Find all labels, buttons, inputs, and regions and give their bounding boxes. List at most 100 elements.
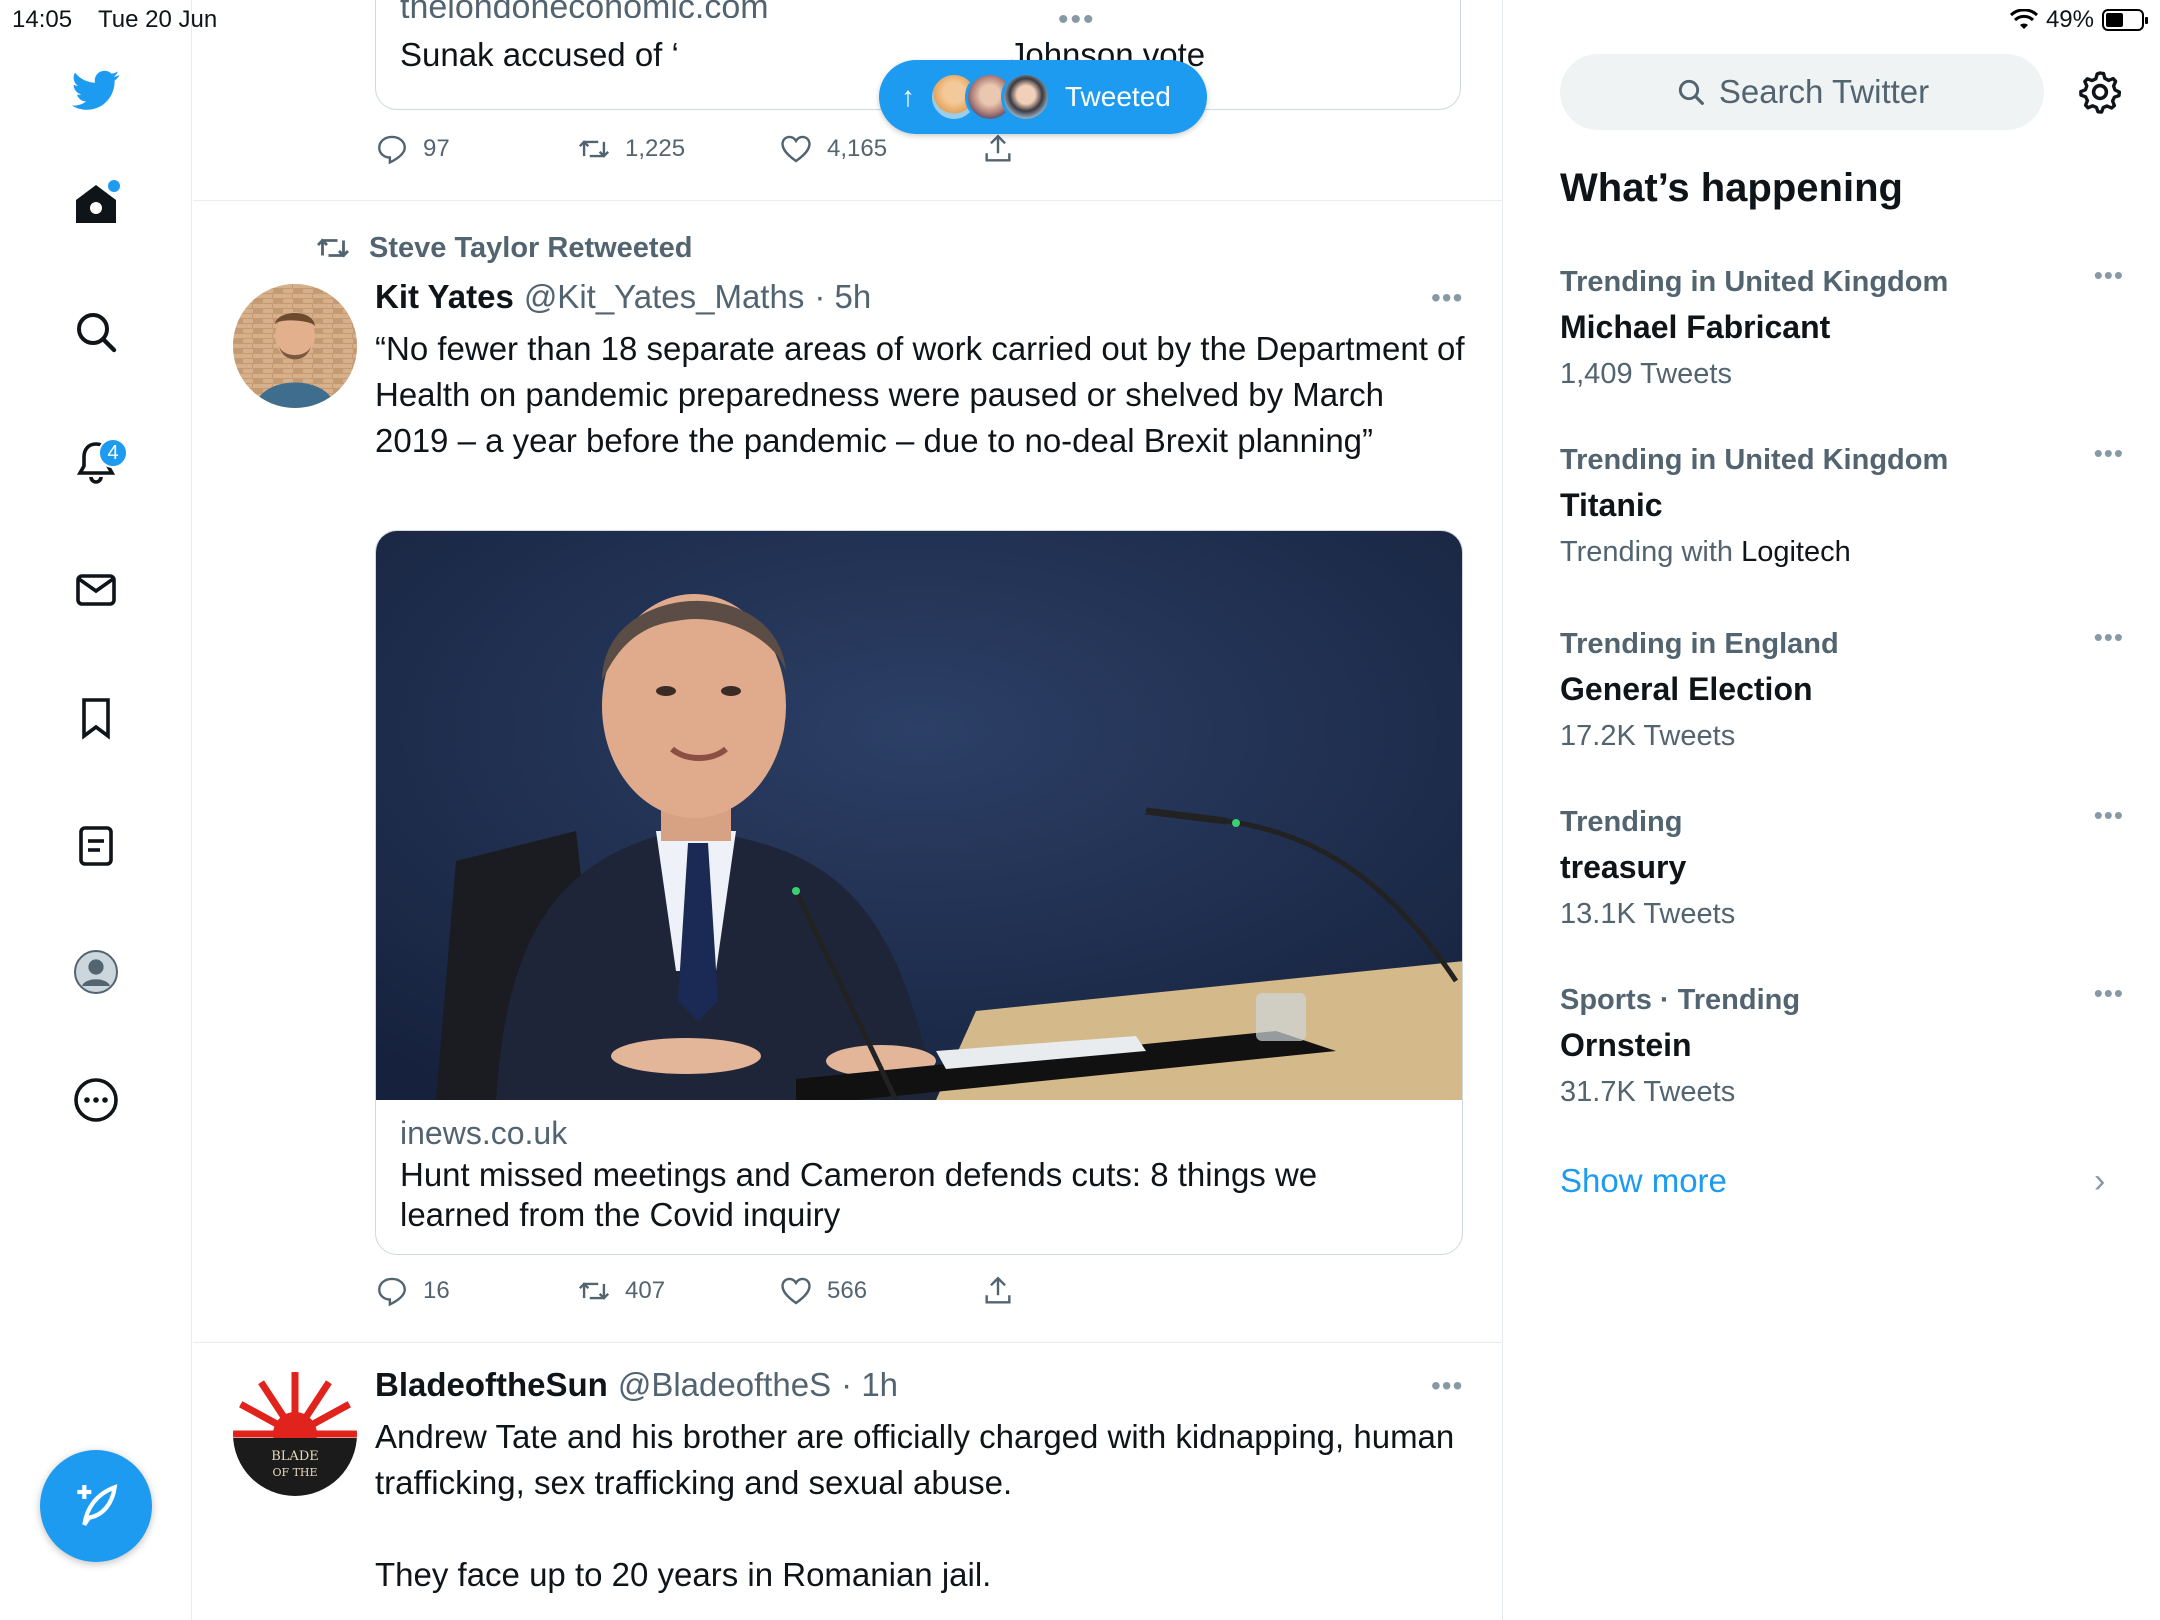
show-more-link[interactable]: Show more <box>1560 1162 1727 1200</box>
trend-meta: 1,409 Tweets <box>1560 358 1732 390</box>
timeline[interactable]: thelondoneconomic.com Sunak accused of ‘… <box>193 0 1503 1620</box>
compose-icon <box>77 1484 118 1526</box>
arrow-up-icon: ↑ <box>901 81 915 112</box>
share-button[interactable] <box>981 1274 1183 1308</box>
avatar[interactable] <box>233 284 357 408</box>
trend-context: Sports · Trending <box>1560 984 1801 1016</box>
trend-context: Trending in United Kingdom <box>1560 444 1949 476</box>
reply-button[interactable]: 97 <box>375 132 577 166</box>
avatar <box>1001 72 1051 122</box>
trend-topic: Titanic <box>1560 487 1663 523</box>
notifications-badge: 4 <box>98 438 128 468</box>
twitter-logo-icon[interactable] <box>70 64 122 116</box>
left-sidebar: 4 <box>0 0 192 1620</box>
bookmark-icon[interactable] <box>70 692 122 744</box>
trend-topic: treasury <box>1560 849 1687 885</box>
trend-with-link[interactable]: Logitech <box>1741 536 1851 568</box>
tweet-text: “No fewer than 18 separate areas of work… <box>375 330 1465 459</box>
tweet-more-icon[interactable]: ••• <box>1431 282 1463 314</box>
link-card-domain: inews.co.uk <box>400 1115 568 1151</box>
tweet-time[interactable]: · 5h <box>814 278 871 316</box>
retweet-icon <box>578 140 610 158</box>
search-input[interactable]: Search Twitter <box>1560 54 2044 130</box>
reply-count: 97 <box>423 135 450 162</box>
trend-meta: Trending with Logitech <box>1560 536 1851 568</box>
pill-avatars <box>929 72 1051 122</box>
share-icon <box>985 134 1011 162</box>
reply-button[interactable]: 16 <box>375 1274 577 1308</box>
tweet-more-icon[interactable]: ••• <box>1431 1370 1463 1402</box>
mail-icon[interactable] <box>70 564 122 616</box>
trend-topic: General Election <box>1560 671 1813 707</box>
home-icon[interactable] <box>70 178 122 230</box>
profile-icon[interactable] <box>70 946 122 998</box>
trend-meta: 13.1K Tweets <box>1560 898 1736 930</box>
right-sidebar: Search Twitter What’s happening Trending… <box>1504 0 2160 1620</box>
trend-item[interactable]: Trending in United Kingdom Michael Fabri… <box>1560 260 2123 391</box>
avatar-text: BLADE <box>271 1449 319 1464</box>
tweet-header: BladeoftheSun @BladeoftheS · 1h <box>375 1366 898 1404</box>
avatar[interactable]: BLADE OF THE <box>233 1372 357 1496</box>
share-button[interactable] <box>981 132 1183 166</box>
retweet-button[interactable]: 407 <box>577 1274 779 1308</box>
trend-item[interactable]: Trending in England General Election 17.… <box>1560 622 2123 753</box>
tweet-divider <box>193 200 1502 201</box>
trend-more-icon[interactable]: ••• <box>2094 260 2124 291</box>
compose-button[interactable] <box>40 1450 152 1562</box>
trend-context: Trending in England <box>1560 628 1839 660</box>
list-icon[interactable] <box>70 820 122 872</box>
link-card-image <box>376 531 1462 1102</box>
trend-more-icon[interactable]: ••• <box>2094 978 2124 1009</box>
retweeted-by[interactable]: Steve Taylor Retweeted <box>315 230 692 266</box>
trend-item[interactable]: Sports · Trending Ornstein 31.7K Tweets … <box>1560 978 2123 1109</box>
share-icon <box>985 1276 1011 1304</box>
retweeted-by-label: Steve Taylor Retweeted <box>369 231 693 264</box>
new-tweets-pill[interactable]: ↑ Tweeted <box>879 60 1207 134</box>
bell-icon[interactable]: 4 <box>70 436 128 488</box>
pill-label: Tweeted <box>1065 81 1171 112</box>
retweet-count: 407 <box>625 1277 666 1304</box>
retweet-count: 1,225 <box>625 135 686 162</box>
search-icon[interactable] <box>70 306 122 358</box>
trend-context: Trending in United Kingdom <box>1560 266 1949 298</box>
search-icon <box>1678 79 1704 105</box>
tweet-time[interactable]: · 1h <box>841 1366 898 1404</box>
retweet-icon <box>316 238 350 258</box>
tweet-text: Andrew Tate and his brother are official… <box>375 1418 1455 1501</box>
like-button[interactable]: 4,165 <box>779 132 981 166</box>
trend-meta: 17.2K Tweets <box>1560 720 1736 752</box>
trend-more-icon[interactable]: ••• <box>2094 800 2124 831</box>
trend-item[interactable]: Trending treasury 13.1K Tweets ••• <box>1560 800 2123 931</box>
link-card[interactable]: inews.co.uk Hunt missed meetings and Cam… <box>375 530 1463 1255</box>
trend-more-icon[interactable]: ••• <box>2094 622 2124 653</box>
reply-icon <box>378 135 406 165</box>
link-card-domain: thelondoneconomic.com <box>400 0 769 18</box>
like-icon <box>781 135 811 163</box>
whats-happening-heading: What’s happening <box>1560 166 1903 210</box>
more-circle-icon[interactable] <box>70 1074 122 1126</box>
like-button[interactable]: 566 <box>779 1274 981 1308</box>
trend-more-icon[interactable]: ••• <box>2094 438 2124 469</box>
user-handle[interactable]: @Kit_Yates_Maths <box>524 278 805 316</box>
display-name[interactable]: Kit Yates <box>375 278 514 316</box>
like-count: 566 <box>827 1277 868 1304</box>
retweet-button[interactable]: 1,225 <box>577 132 779 166</box>
like-icon <box>781 1277 811 1305</box>
display-name[interactable]: BladeoftheSun <box>375 1366 608 1404</box>
tweet-header: Kit Yates @Kit_Yates_Maths · 5h <box>375 278 871 316</box>
search-placeholder: Search Twitter <box>1718 73 1930 110</box>
trend-item[interactable]: Trending in United Kingdom Titanic Trend… <box>1560 438 2123 569</box>
tweet-text: They face up to 20 years in Romanian jai… <box>375 1556 992 1593</box>
tweet-actions: 97 1,225 4,165 <box>375 132 1183 166</box>
chevron-right-icon[interactable]: › <box>2094 1162 2105 1201</box>
tweet-actions: 16 407 566 <box>375 1274 1183 1308</box>
like-count: 4,165 <box>827 135 888 162</box>
trend-topic: Michael Fabricant <box>1560 309 1831 345</box>
gear-icon[interactable] <box>2076 68 2124 116</box>
tweet-divider <box>193 1342 1502 1343</box>
trend-context: Trending <box>1560 806 1683 838</box>
retweet-icon <box>578 1282 610 1300</box>
user-handle[interactable]: @BladeoftheS <box>618 1366 831 1404</box>
link-card-title: Hunt missed meetings and Cameron defends… <box>400 1156 1318 1233</box>
reply-count: 16 <box>423 1277 450 1304</box>
